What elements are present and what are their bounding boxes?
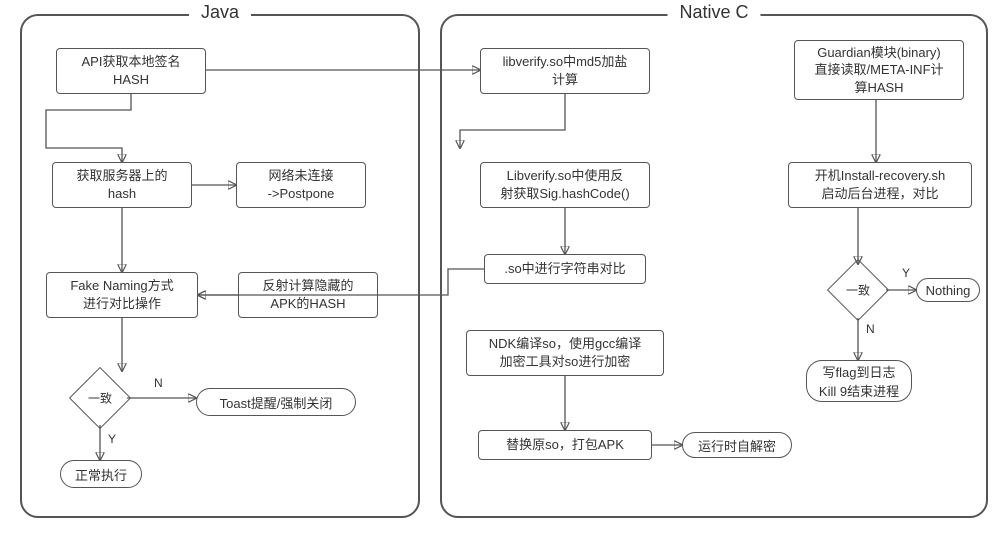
panel-java-title: Java <box>189 2 251 23</box>
box-reflect-apk: 反射计算隐藏的APK的HASH <box>238 272 378 318</box>
box-api-hash: API获取本地签名HASH <box>56 48 206 94</box>
box-ndk-build: NDK编译so，使用gcc编译加密工具对so进行加密 <box>466 330 664 376</box>
pill-self-decrypt: 运行时自解密 <box>682 432 792 458</box>
box-fake-naming: Fake Naming方式进行对比操作 <box>46 272 198 318</box>
decision-java: 一致 <box>70 368 130 428</box>
panel-native-title: Native C <box>667 2 760 23</box>
decision-native-label: 一致 <box>846 282 870 299</box>
pill-toast: Toast提醒/强制关闭 <box>196 388 356 416</box>
label-native-yes: Y <box>902 266 910 280</box>
label-java-no: N <box>154 376 163 390</box>
box-net-fail: 网络未连接->Postpone <box>236 162 366 208</box>
pill-normal: 正常执行 <box>60 460 142 488</box>
pill-flag-kill: 写flag到日志Kill 9结束进程 <box>806 360 912 402</box>
box-replace-so: 替换原so，打包APK <box>478 430 652 460</box>
decision-java-label: 一致 <box>88 390 112 407</box>
box-md5-salt: libverify.so中md5加盐计算 <box>480 48 650 94</box>
box-guardian: Guardian模块(binary)直接读取/META-INF计算HASH <box>794 40 964 100</box>
box-str-compare: .so中进行字符串对比 <box>484 254 646 284</box>
box-server-hash: 获取服务器上的hash <box>52 162 192 208</box>
label-native-no: N <box>866 322 875 336</box>
decision-native: 一致 <box>828 260 888 320</box>
box-reflect-sig: Libverify.so中使用反射获取Sig.hashCode() <box>480 162 650 208</box>
box-install-recovery: 开机Install-recovery.sh启动后台进程，对比 <box>788 162 972 208</box>
label-java-yes: Y <box>108 432 116 446</box>
pill-nothing: Nothing <box>916 278 980 302</box>
